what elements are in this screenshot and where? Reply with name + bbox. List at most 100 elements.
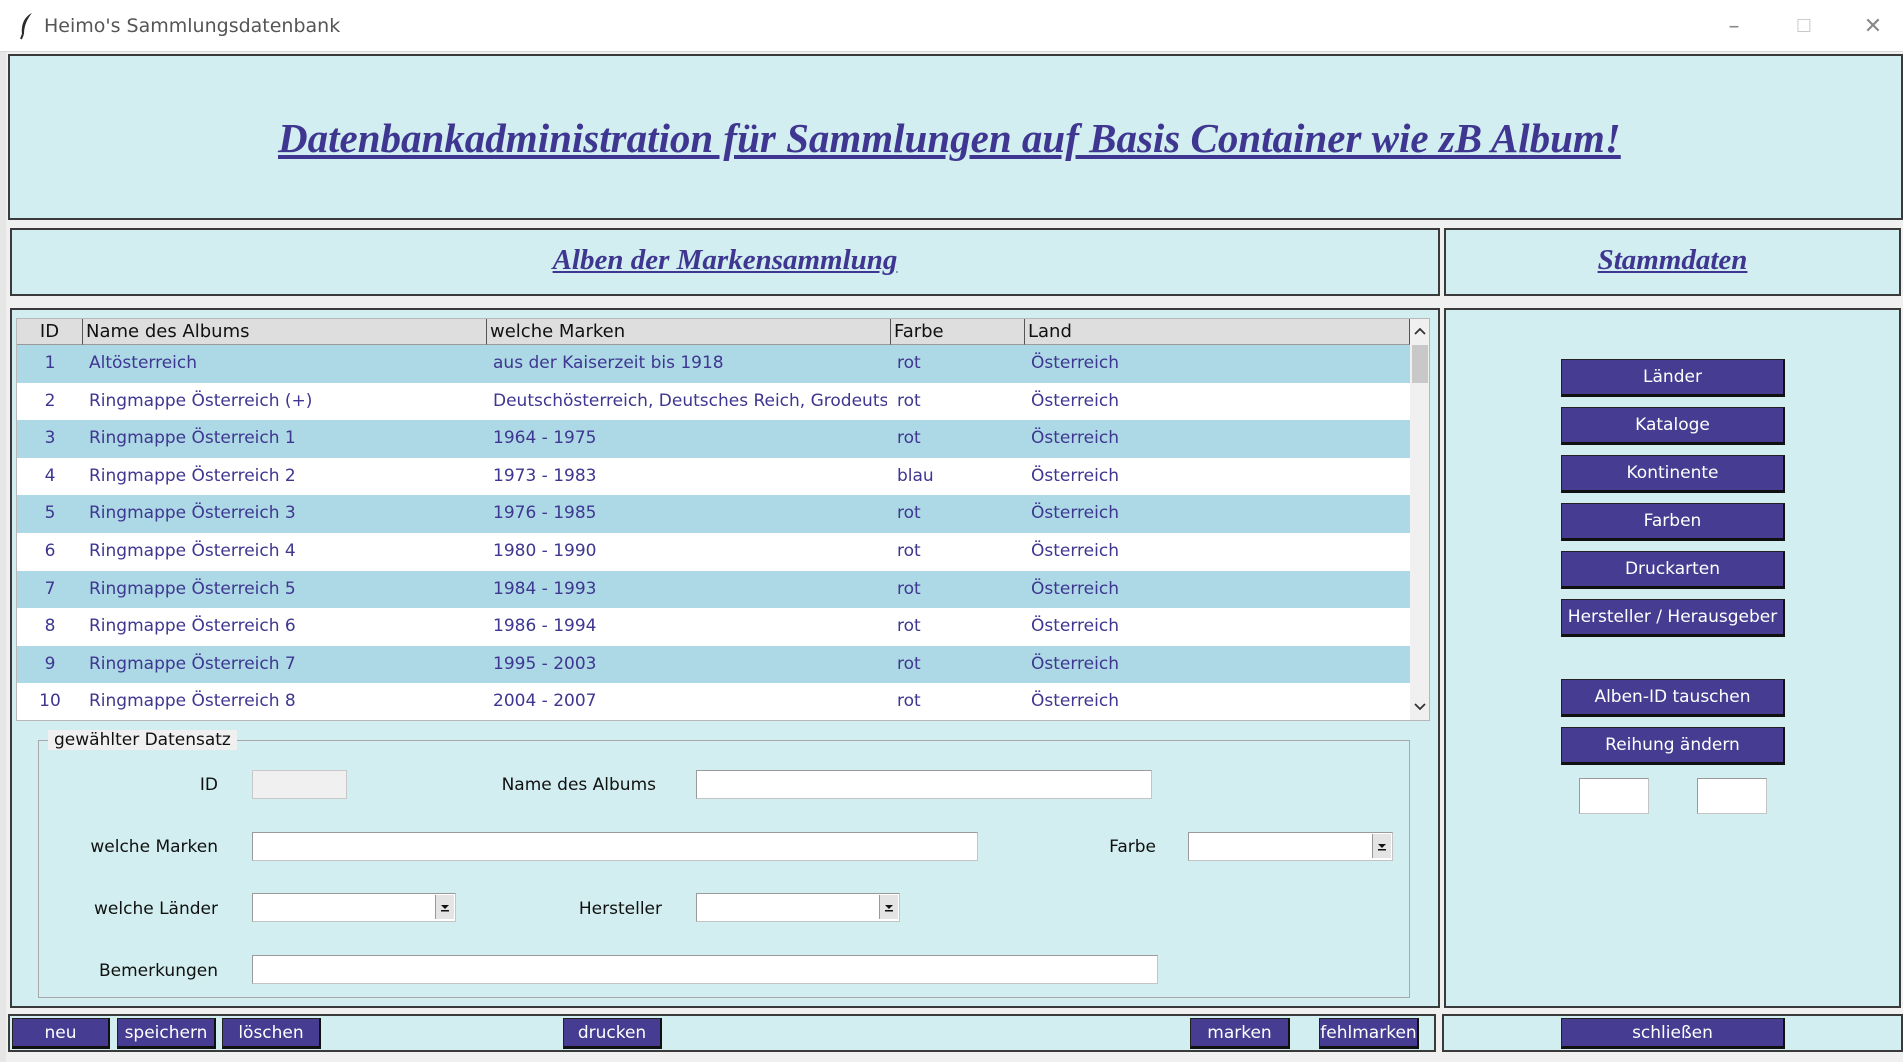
table-cell-name: Ringmappe Österreich 8 [89,691,296,712]
table-cell-land: Österreich [1031,578,1119,599]
table-row[interactable]: 5 Ringmappe Österreich 3 1976 - 1985 rot Öst… [17,495,1410,533]
marken-button[interactable]: marken [1190,1018,1290,1049]
table-row[interactable]: 9 Ringmappe Österreich 7 1995 - 2003 rot Öst… [17,645,1410,684]
table-cell-name: Ringmappe Österreich 5 [89,578,296,599]
swap-input-b[interactable] [1697,778,1767,814]
table-row[interactable]: 10 Ringmappe Österreich 8 2004 - 2007 rot Ös… [17,683,1410,720]
table-cell-marken: 2004 - 2007 [493,691,597,712]
table-row[interactable]: 7 Ringmappe Österreich 5 1984 - 1993 rot Öst… [17,570,1410,609]
kataloge-button[interactable]: Kataloge [1561,407,1785,445]
table-cell-farbe: rot [897,691,921,712]
table-row[interactable]: 8 Ringmappe Österreich 6 1986 - 1994 rot Öst… [17,608,1410,646]
albums-table[interactable]: ID Name des Albums welche Marken Farbe L… [16,318,1430,721]
stammdaten-title: Stammdaten [1597,244,1748,276]
header-banner: Datenbankadministration für Sammlungen a… [8,54,1903,220]
table-cell-name: Ringmappe Österreich (+) [89,390,313,411]
table-cell-farbe: rot [897,390,921,411]
scroll-thumb[interactable] [1412,345,1428,383]
delete-button[interactable]: löschen [222,1018,321,1049]
chevron-down-icon[interactable] [435,895,454,919]
table-scrollbar[interactable] [1410,319,1429,720]
table-cell-name: Ringmappe Österreich 1 [89,428,296,449]
farben-button[interactable]: Farben [1561,503,1785,541]
table-cell-name: Ringmappe Österreich 2 [89,465,296,486]
table-cell-id: 10 [39,691,61,712]
column-header-id[interactable]: ID [17,319,83,345]
table-row[interactable]: 6 Ringmappe Österreich 4 1980 - 1990 rot Öst… [17,533,1410,571]
table-cell-marken: 1976 - 1985 [493,503,597,524]
column-header-land[interactable]: Land [1025,319,1410,345]
table-cell-land: Österreich [1031,653,1119,674]
page-title: Datenbankadministration für Sammlungen a… [278,115,1621,161]
table-cell-marken: 1964 - 1975 [493,428,597,449]
swap-album-id-button[interactable]: Alben-ID tauschen [1561,679,1785,717]
maximize-button[interactable]: ☐ [1784,8,1824,44]
scroll-down-icon[interactable] [1412,699,1428,715]
new-button[interactable]: neu [12,1018,110,1049]
close-app-button[interactable]: schließen [1561,1018,1785,1049]
table-cell-id: 1 [44,353,56,373]
table-cell-farbe: rot [897,541,921,561]
column-header-name[interactable]: Name des Albums [83,319,487,345]
album-name-field[interactable] [696,770,1152,799]
scroll-up-icon[interactable] [1412,323,1428,339]
albums-title-panel: Alben der Markensammlung [10,228,1440,296]
table-cell-id: 4 [44,465,56,486]
table-cell-marken: aus der Kaiserzeit bis 1918 [493,353,724,373]
table-cell-marken: 1995 - 2003 [493,653,597,674]
table-cell-marken: Deutschösterreich, Deutsches Reich, Grod… [493,390,887,411]
laender-select[interactable] [252,893,456,922]
table-row[interactable]: 1 Altösterreich aus der Kaiserzeit bis 191… [17,345,1410,383]
table-cell-id: 7 [44,578,56,599]
bemerkungen-field[interactable] [252,955,1158,984]
table-cell-id: 6 [44,541,56,561]
close-button[interactable]: ✕ [1853,8,1893,44]
marken-field[interactable] [252,832,978,861]
marken-label: welche Marken [90,837,218,857]
farbe-label: Farbe [1109,837,1156,857]
reorder-button[interactable]: Reihung ändern [1561,727,1785,765]
chevron-down-icon[interactable] [879,895,898,919]
laender-label: welche Länder [94,899,218,919]
table-cell-name: Ringmappe Österreich 4 [89,541,296,561]
table-cell-id: 8 [44,616,56,637]
table-row[interactable]: 3 Ringmappe Österreich 1 1964 - 1975 rot Öst… [17,420,1410,458]
table-cell-land: Österreich [1031,503,1119,524]
fehlmarken-button[interactable]: fehlmarken [1319,1018,1419,1049]
table-cell-name: Ringmappe Österreich 3 [89,503,296,524]
chevron-down-icon[interactable] [1372,834,1391,858]
table-row[interactable]: 4 Ringmappe Österreich 2 1973 - 1983 blau Ös… [17,457,1410,496]
column-header-marken[interactable]: welche Marken [487,319,891,345]
table-cell-id: 3 [44,428,56,449]
table-cell-name: Ringmappe Österreich 6 [89,616,296,637]
print-button[interactable]: drucken [563,1018,662,1049]
swap-input-a[interactable] [1579,778,1649,814]
table-cell-land: Österreich [1031,465,1119,486]
stammdaten-title-panel: Stammdaten [1444,228,1901,296]
bemerkungen-label: Bemerkungen [98,961,218,981]
hersteller-select[interactable] [696,893,900,922]
feather-icon [18,12,36,40]
hersteller-label: Hersteller [578,899,662,919]
table-cell-name: Altösterreich [89,353,198,373]
minimize-button[interactable]: – [1714,8,1754,44]
table-cell-marken: 1986 - 1994 [493,616,597,637]
column-header-farbe[interactable]: Farbe [891,319,1025,345]
table-cell-id: 9 [44,653,56,674]
farbe-select[interactable] [1188,832,1393,861]
laender-button[interactable]: Länder [1561,359,1785,397]
table-cell-marken: 1980 - 1990 [493,541,597,561]
table-row[interactable]: 2 Ringmappe Österreich (+) Deutschösterrei… [17,382,1410,421]
table-cell-id: 5 [44,503,56,524]
druckarten-button[interactable]: Druckarten [1561,551,1785,589]
table-cell-land: Österreich [1031,428,1119,449]
table-cell-land: Österreich [1031,616,1119,637]
save-button[interactable]: speichern [117,1018,216,1049]
hersteller-herausgeber-button[interactable]: Hersteller / Herausgeber [1561,599,1785,637]
table-cell-farbe: blau [897,465,934,486]
kontinente-button[interactable]: Kontinente [1561,455,1785,493]
table-cell-marken: 1984 - 1993 [493,578,597,599]
table-cell-name: Ringmappe Österreich 7 [89,653,296,674]
album-name-label: Name des Albums [501,775,656,795]
table-cell-land: Österreich [1031,353,1119,373]
